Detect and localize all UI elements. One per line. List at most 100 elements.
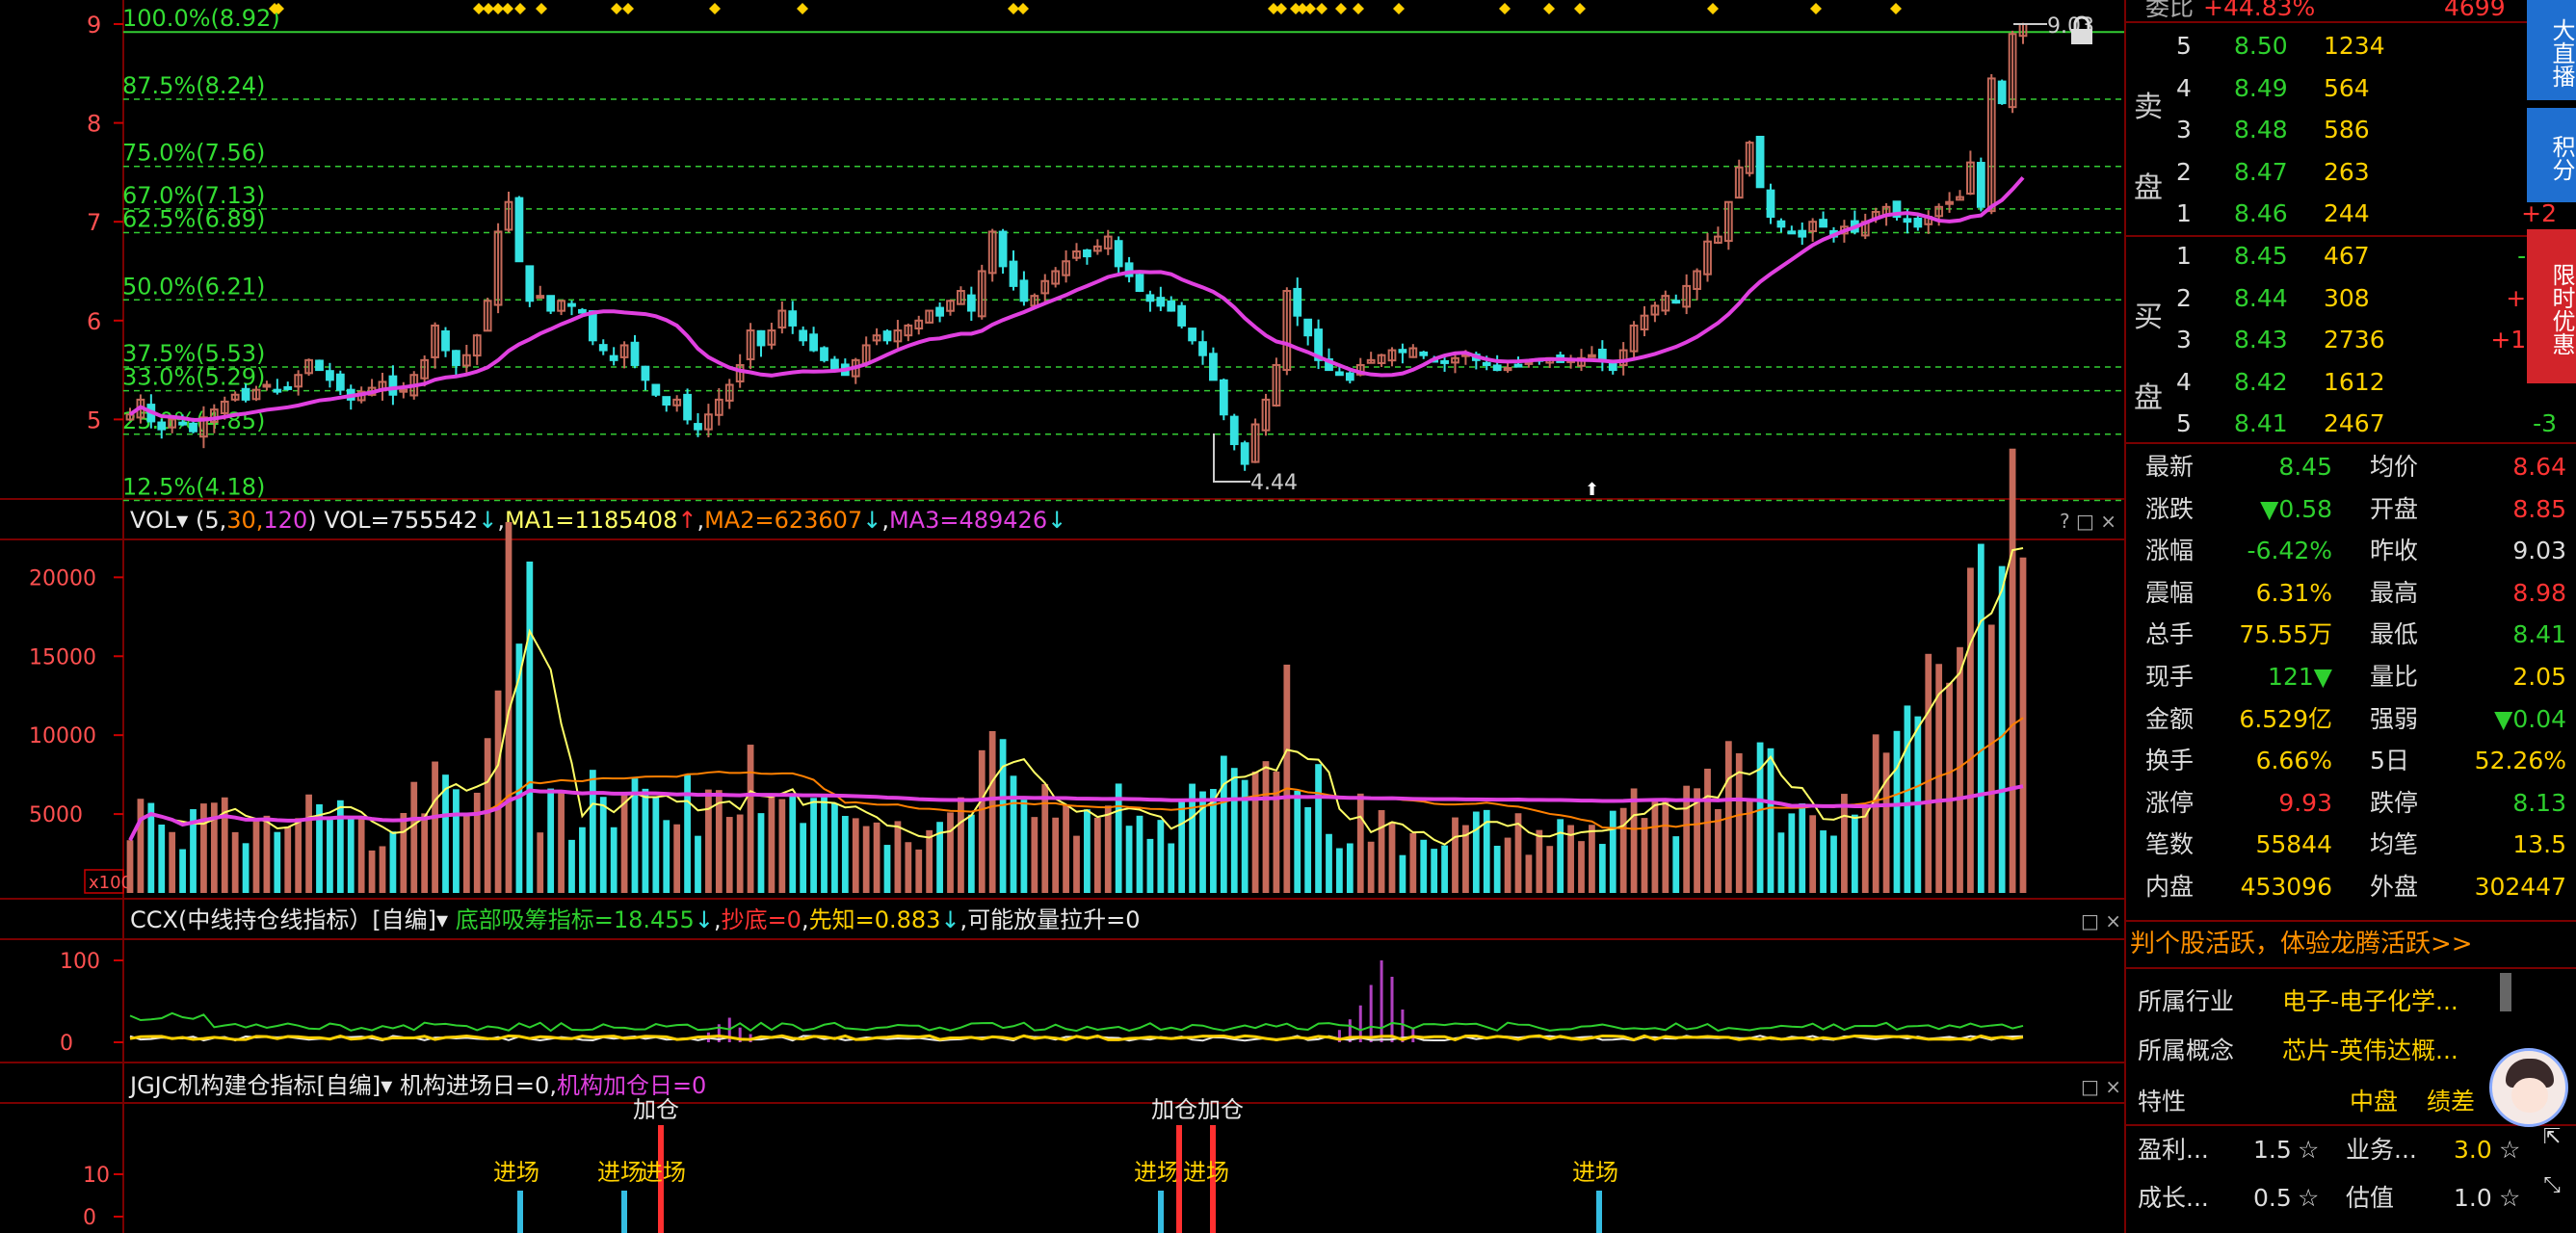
volume-bar [1557,819,1564,893]
volume-bar [1220,755,1227,893]
volume-bar [1619,807,1627,893]
volume-bar [1304,806,1312,893]
candle-body [1114,240,1123,268]
promo-link[interactable]: 判个股活跃，体验龙腾活跃>> [2130,923,2473,965]
volume-bar [484,738,491,893]
volume-bar [1378,810,1385,893]
share-icon[interactable]: ⇱ [2539,1125,2564,1150]
volume-bar [1441,845,1448,893]
ccx-title: CCX(中线持仓线指标）[自编] [130,906,436,933]
jgjc-tick-label: 0 [83,1206,96,1230]
level-number: 5 [2176,32,2192,60]
candle-body [1597,348,1607,361]
candle-body [335,373,345,391]
stat-label: 换手 [2145,747,2195,775]
volume-bar [1872,734,1879,893]
rating-label: 业务... [2346,1136,2417,1164]
entry-label: 进场 [1183,1159,1229,1186]
volume-bar [1589,825,1595,893]
candle-body [326,370,334,381]
stat-row: 涨幅 -6.42% 昨收 9.03 [2126,530,2576,571]
stat-label: 最新 [2145,453,2195,481]
quote-panel: 委比 +44.83% 4699 卖盘 5 8.50 1234 4 8.49 564 3 8.4… [2124,0,2576,1233]
ccx-green-line [129,1011,2024,1033]
volume-bar [347,819,355,893]
stat-value: 302447 [2474,873,2566,901]
volume-bar [1546,846,1554,893]
volume-bar [652,797,660,893]
volume-bar [894,821,902,893]
stat-value: ▼0.04 [2494,704,2566,733]
points-button[interactable]: 积分 [2527,108,2576,202]
vol-ma1: MA1=1185408 [505,507,677,534]
volume-bar [1031,817,1038,893]
limited-offer-button[interactable]: 限时优惠 [2527,229,2576,383]
candle-body [536,295,545,300]
candle-body [1787,230,1797,235]
volume-bar [610,826,618,893]
buy-row: 18.45467-99 [2126,235,2576,276]
signal-diamond [1353,3,1364,14]
assistant-avatar[interactable] [2489,1048,2568,1127]
volume-bar [1662,800,1669,893]
volume-bar [1346,843,1354,893]
sell-row: 5 8.50 1234 [2126,25,2576,66]
jgjc-signals: 进场 进场 进场 进场加仓 加仓加仓进场 进场 [493,1096,1618,1233]
stat-row: 震幅 6.31% 最高 8.98 [2126,572,2576,614]
volume-bar [1020,800,1028,893]
rating-value: 1.5 [2253,1136,2292,1164]
jgjc-header: JGJC机构建仓指标[自编]▾ 机构进场日=0,机构加仓日=0 [128,1072,706,1099]
stat-row: 涨停 9.93 跌停 8.13 [2126,782,2576,824]
volume-bar [1598,844,1606,893]
signal-diamond [1335,3,1347,14]
expand-icon[interactable]: ⤡ [2539,1173,2564,1198]
candlestick-series[interactable] [125,22,2028,471]
stat-label: 量比 [2370,663,2419,691]
rating-row: 成长... 0.5 ☆ 估值 1.0 ☆ [2126,1177,2576,1219]
volume-bar [1336,848,1343,893]
volume-bar [800,823,807,893]
jgjc-y-axis: 10 0 [83,1164,123,1230]
stat-label: 涨停 [2145,788,2195,817]
level-number: 3 [2176,326,2192,354]
volume-bar [1420,839,1428,893]
price-tick-label: 5 [87,407,101,433]
price-tick-label: 7 [87,209,101,236]
signal-diamond [1890,3,1902,14]
volume-bar [327,818,333,893]
svg-text:x100: x100 [89,873,132,893]
volume-bar [169,831,176,893]
order-volume: 586 [2324,116,2370,144]
kline-chart-area[interactable]: 100.0%(8.92)87.5%(8.24)75.0%(7.56)67.0%(… [0,0,2124,1233]
level-number: 2 [2176,157,2192,186]
candle-body [998,230,1008,268]
volume-bar [862,826,870,893]
rating-value: 1.0 [2454,1184,2492,1212]
jgjc-panel-controls[interactable]: □ × [2081,1075,2121,1098]
volume-bar [1104,805,1112,893]
fib-label: 62.5%(6.89) [122,205,265,232]
candle-body [809,333,818,352]
vol-ma2: MA2=623607 [704,507,862,534]
sell-row: 2 8.47 263 [2126,151,2576,193]
order-price: 8.49 [2234,73,2288,102]
volume-bar [673,824,681,893]
stat-value: ▼0.58 [2260,494,2332,523]
candle-body [1513,363,1523,368]
candle-body [1798,229,1807,238]
live-broadcast-button[interactable]: 大直播 [2527,0,2576,100]
candle-body [1177,304,1187,327]
ccx-panel-controls[interactable]: □ × [2081,909,2121,932]
volume-bar [642,788,649,893]
volume-tick-label: 5000 [29,803,83,827]
volume-bar [947,812,954,893]
fib-label: 87.5%(8.24) [122,72,265,99]
vol-panel-controls[interactable]: ? □ × [2060,510,2116,533]
entry-bar [1596,1191,1602,1233]
scrollbar[interactable] [2500,973,2511,1011]
level-number: 4 [2176,367,2192,396]
volume-bar [231,831,239,893]
volume-bar [789,793,797,893]
volume-bar [515,643,523,893]
volume-bar [1356,793,1364,893]
